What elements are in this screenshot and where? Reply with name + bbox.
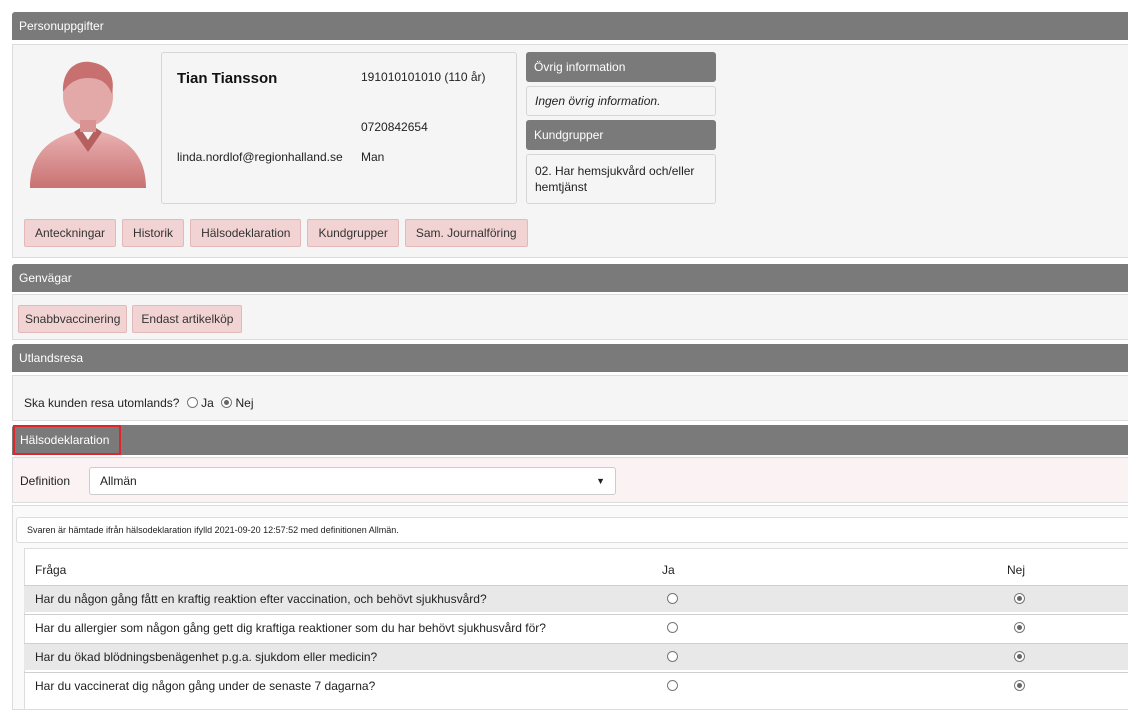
question-text: Har du ökad blödningsbenägenhet p.g.a. s… [35, 650, 378, 664]
travel-question-row: Ska kunden resa utomlands? Ja Nej [24, 396, 254, 410]
section-header-halsodeklaration: Hälsodeklaration [13, 425, 121, 455]
ovrig-information-text: Ingen övrig information. [526, 86, 716, 116]
answer-nej-radio[interactable] [1014, 651, 1025, 662]
chevron-down-icon: ▼ [596, 476, 605, 486]
travel-nej-radio[interactable] [221, 397, 233, 408]
person-name: Tian Tiansson [177, 70, 278, 87]
person-phone: 0720842654 [361, 120, 428, 134]
section-header-halsodeklaration-bar [12, 425, 1128, 455]
answer-ja-radio[interactable] [667, 651, 678, 662]
section-header-personuppgifter: Personuppgifter [12, 12, 1128, 40]
avatar-icon [30, 61, 146, 188]
travel-ja-radio[interactable] [186, 397, 198, 408]
kundgrupper-text: 02. Har hemsjukvård och/eller hemtjänst [526, 154, 716, 204]
person-button-bar: Anteckningar Historik Hälsodeklaration K… [24, 219, 528, 247]
section-header-utlandsresa: Utlandsresa [12, 344, 1128, 372]
col-header-fraga: Fråga [35, 563, 67, 577]
questions-table-header: Fråga Ja Nej [24, 557, 1128, 584]
endast-artikelkop-button[interactable]: Endast artikelköp [132, 305, 243, 333]
answer-nej-radio[interactable] [1014, 593, 1025, 604]
travel-ja-label: Ja [201, 396, 214, 410]
table-row: Har du någon gång fått en kraftig reakti… [24, 585, 1128, 612]
question-text: Har du vaccinerat dig någon gång under d… [35, 679, 376, 693]
person-email: linda.nordlof@regionhalland.se [177, 150, 343, 164]
kundgrupper-button[interactable]: Kundgrupper [307, 219, 399, 247]
travel-question: Ska kunden resa utomlands? [24, 396, 180, 410]
definition-label: Definition [20, 474, 71, 488]
section-header-genvagar: Genvägar [12, 264, 1128, 292]
col-header-ja: Ja [662, 563, 675, 577]
ovrig-information-header: Övrig information [526, 52, 716, 82]
definition-select-value: Allmän [100, 474, 137, 488]
person-gender: Man [361, 150, 385, 164]
answer-nej-radio[interactable] [1014, 680, 1025, 691]
travel-nej-label: Nej [235, 396, 254, 410]
snabbvaccinering-button[interactable]: Snabbvaccinering [18, 305, 128, 333]
historik-button[interactable]: Historik [122, 219, 185, 247]
col-header-nej: Nej [1007, 563, 1026, 577]
kundgrupper-header: Kundgrupper [526, 120, 716, 150]
answer-ja-radio[interactable] [667, 593, 678, 604]
question-text: Har du någon gång fått en kraftig reakti… [35, 592, 487, 606]
table-row: Har du allergier som någon gång gett dig… [24, 614, 1128, 641]
halsodeklaration-button[interactable]: Hälsodeklaration [190, 219, 302, 247]
table-row: Har du vaccinerat dig någon gång under d… [24, 672, 1128, 699]
person-personnummer: 191010101010 (110 år) [361, 70, 486, 84]
sam-journalforing-button[interactable]: Sam. Journalföring [404, 219, 528, 247]
declaration-source-note: Svaren är hämtade ifrån hälsodeklaration… [16, 517, 1128, 543]
shortcut-button-bar: Snabbvaccinering Endast artikelköp [18, 305, 243, 333]
table-row: Har du ökad blödningsbenägenhet p.g.a. s… [24, 643, 1128, 670]
question-text: Har du allergier som någon gång gett dig… [35, 621, 546, 635]
answer-ja-radio[interactable] [667, 622, 678, 633]
answer-nej-radio[interactable] [1014, 622, 1025, 633]
anteckningar-button[interactable]: Anteckningar [24, 219, 117, 247]
answer-ja-radio[interactable] [667, 680, 678, 691]
definition-select[interactable]: Allmän ▼ [89, 467, 616, 495]
